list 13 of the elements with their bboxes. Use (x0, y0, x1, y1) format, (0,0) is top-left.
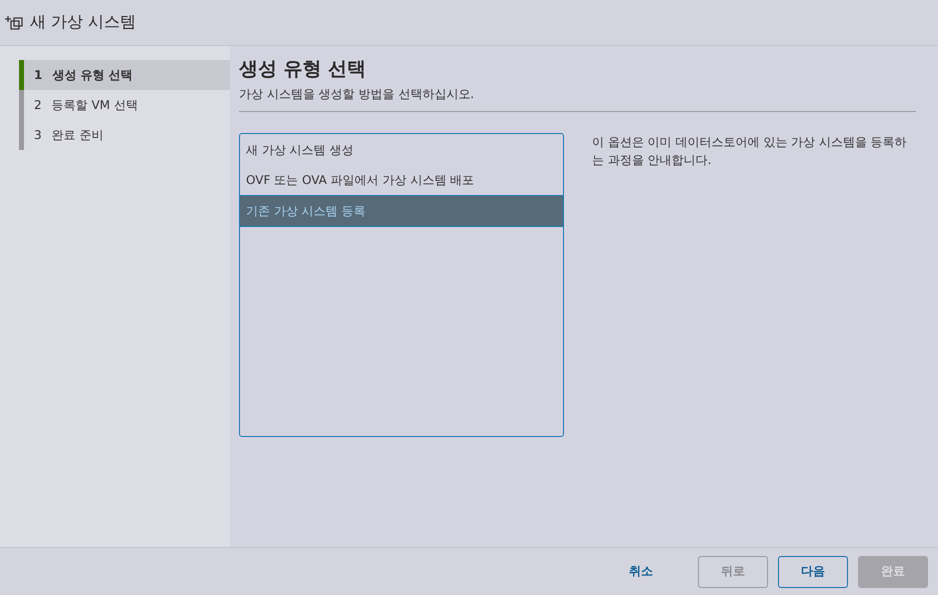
footer-button[interactable]: 다음 (778, 556, 848, 588)
wizard-step[interactable]: 2 등록할 VM 선택 (24, 90, 230, 120)
wizard-step[interactable]: 3 완료 준비 (24, 120, 230, 150)
footer-button[interactable]: 취소 (606, 556, 676, 588)
page-heading: 생성 유형 선택 (239, 57, 368, 82)
page-subtitle: 가상 시스템을 생성할 방법을 선택하십시오. (239, 86, 916, 112)
option-description: 이 옵션은 이미 데이터스토어에 있는 가상 시스템을 등록하는 과정을 안내합니다. (591, 134, 908, 169)
add-vm-icon (4, 14, 24, 30)
list-option[interactable]: 기존 가상 시스템 등록 (239, 195, 564, 227)
window-title: 새 가상 시스템 (30, 12, 136, 33)
wizard-step[interactable]: 1 생성 유형 선택 (24, 60, 230, 90)
list-option[interactable]: OVF 또는 OVA 파일에서 가상 시스템 배포 (240, 165, 563, 195)
list-option[interactable]: 새 가상 시스템 생성 (240, 135, 563, 165)
